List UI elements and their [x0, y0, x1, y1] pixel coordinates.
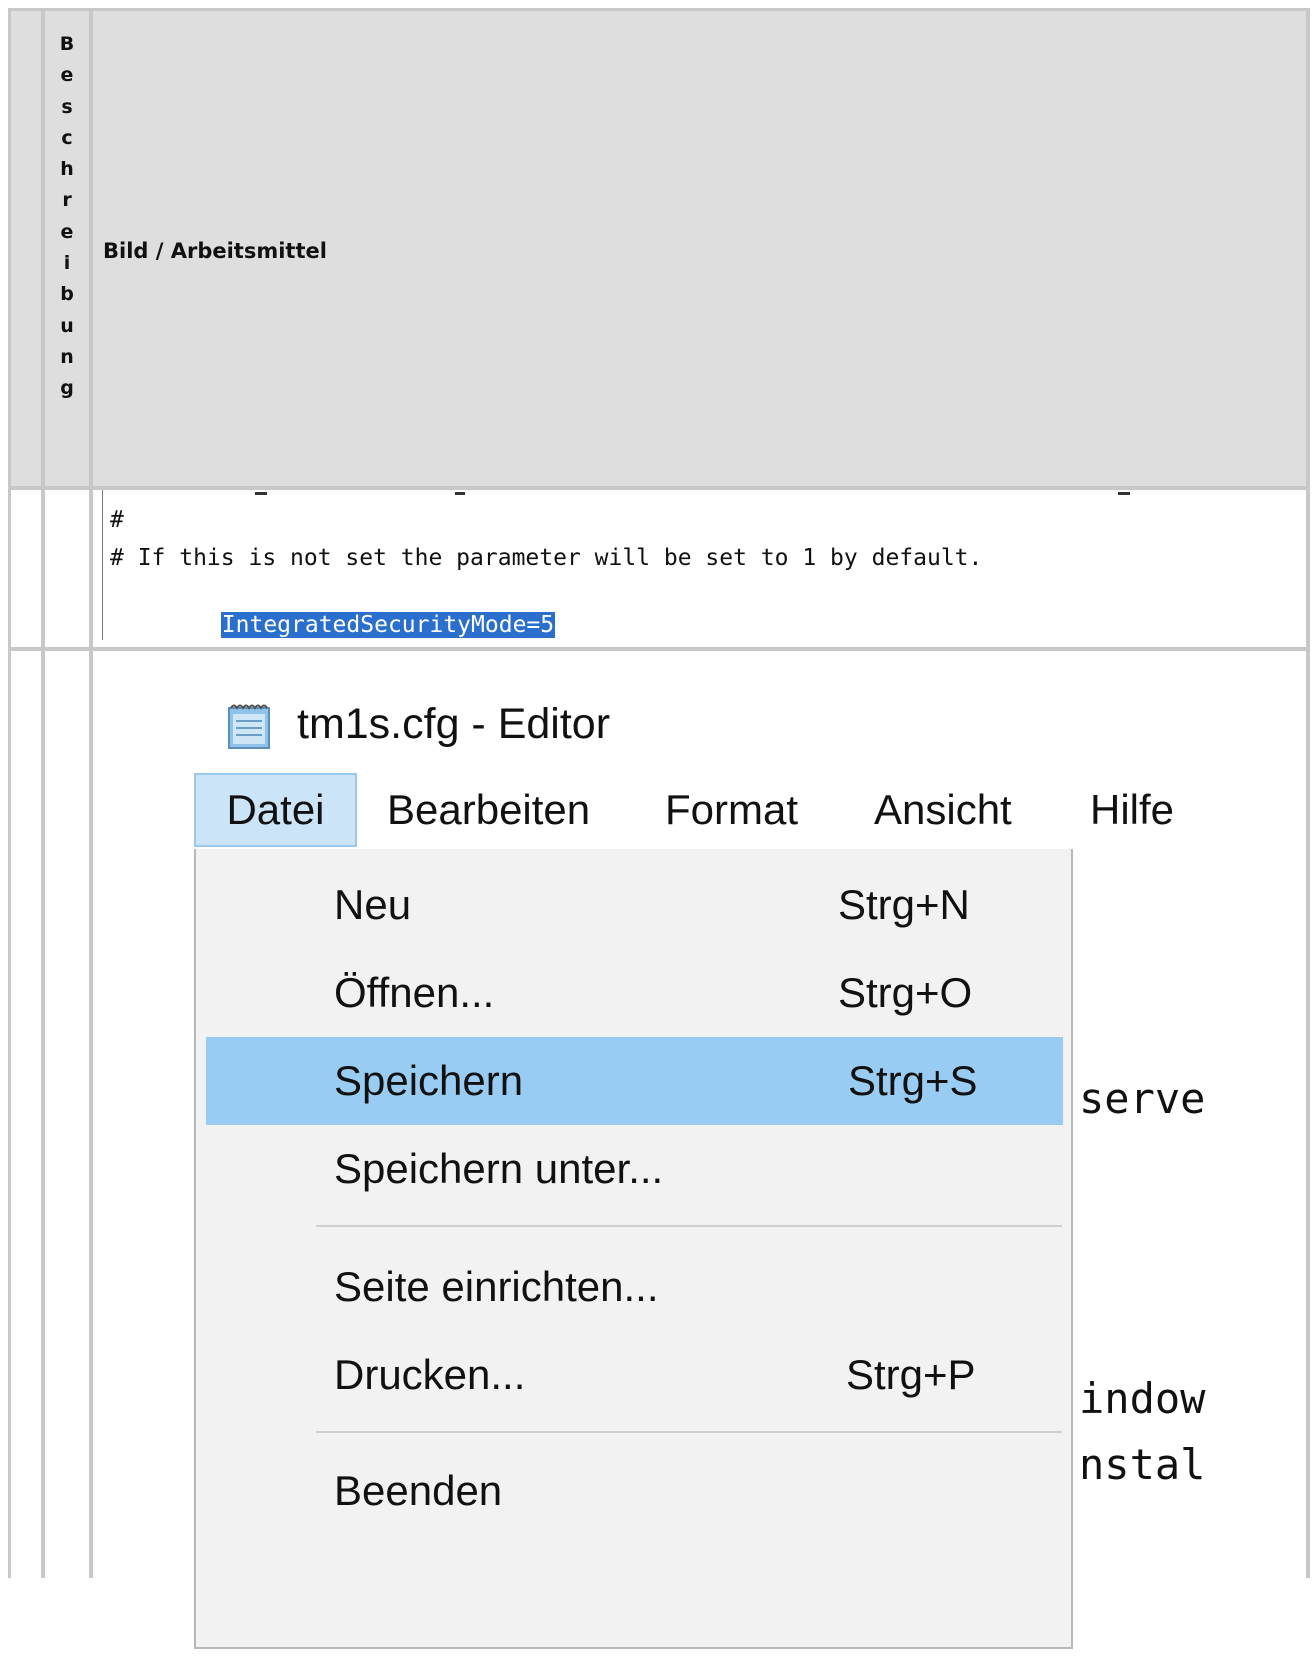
menu-item-label: Drucken...	[334, 1351, 526, 1398]
code-line-1: #	[110, 507, 124, 533]
header-letter: B	[59, 33, 75, 55]
menu-item-speichern[interactable]: Speichern Strg+S	[206, 1037, 1063, 1125]
editor-left-edge	[102, 490, 103, 640]
menu-item-shortcut: Strg+O	[838, 969, 973, 1016]
cut-off-text-fragment	[1118, 492, 1130, 495]
header-letter: h	[60, 158, 74, 181]
row1-cell-col1	[11, 490, 41, 647]
menu-item-shortcut: Strg+S	[848, 1057, 978, 1104]
menu-separator	[316, 1225, 1062, 1227]
menu-item-neu[interactable]: Neu Strg+N	[206, 861, 1063, 949]
menu-datei[interactable]: Datei	[194, 773, 357, 847]
row2-cell-col1	[11, 651, 41, 1581]
selected-code-text: IntegratedSecurityMode=5	[220, 612, 556, 638]
notepad-icon	[228, 704, 270, 749]
header-letter: i	[63, 252, 71, 275]
row2-cell-col2	[45, 651, 89, 1581]
menu-item-seite-einrichten[interactable]: Seite einrichten...	[206, 1243, 1063, 1331]
header-beschreibung-vertical: B e s c h r e i b u n g	[45, 29, 89, 405]
code-line-2: # If this is not set the parameter will …	[110, 545, 983, 571]
menu-hilfe[interactable]: Hilfe	[1090, 773, 1174, 847]
menu-item-label: Seite einrichten...	[334, 1263, 659, 1310]
notepad-screenshot: tm1s.cfg - Editor Datei Bearbeiten Forma…	[191, 656, 1218, 1656]
content-table: B e s c h r e i b u n g Bild / Arbeitsmi…	[8, 8, 1310, 1656]
header-letter: b	[60, 283, 74, 306]
menu-item-drucken[interactable]: Drucken... Strg+P	[206, 1331, 1063, 1419]
header-cell-beschreibung: B e s c h r e i b u n g	[45, 11, 89, 486]
cut-off-text-fragment	[455, 492, 465, 495]
menu-ansicht[interactable]: Ansicht	[874, 773, 1012, 847]
header-letter: e	[60, 64, 74, 87]
menu-item-label: Öffnen...	[334, 969, 495, 1016]
cut-off-text-fragment	[255, 492, 267, 495]
menu-item-oeffnen[interactable]: Öffnen... Strg+O	[206, 949, 1063, 1037]
header-letter: e	[60, 220, 74, 243]
header-cell-bild: Bild / Arbeitsmittel	[93, 11, 1306, 486]
datei-dropdown-menu: Neu Strg+N Öffnen... Strg+O Speichern St…	[194, 849, 1073, 1649]
background-editor-text: serve	[1079, 1074, 1206, 1123]
menu-item-label: Neu	[334, 881, 412, 928]
header-letter: c	[61, 126, 73, 149]
row1-cell-image: # # If this is not set the parameter wil…	[93, 490, 1306, 647]
header-letter: g	[60, 377, 74, 400]
menu-item-label: Beenden	[334, 1467, 503, 1514]
menu-separator	[316, 1431, 1062, 1433]
menu-item-speichern-unter[interactable]: Speichern unter...	[206, 1125, 1063, 1213]
header-cell-col1	[11, 11, 41, 486]
menu-item-beenden[interactable]: Beenden	[206, 1447, 1063, 1535]
header-bild-arbeitsmittel: Bild / Arbeitsmittel	[103, 239, 327, 263]
menu-item-shortcut: Strg+N	[838, 881, 970, 928]
code-snippet: # # If this is not set the parameter wil…	[110, 505, 1290, 638]
header-letter: n	[60, 345, 74, 368]
menu-bar: Datei Bearbeiten Format Ansicht Hilfe	[191, 773, 1218, 849]
header-letter: u	[60, 314, 74, 337]
background-editor-text: indow	[1079, 1374, 1206, 1423]
menu-item-shortcut: Strg+P	[846, 1351, 976, 1398]
menu-bearbeiten[interactable]: Bearbeiten	[387, 773, 590, 847]
header-letter: r	[62, 189, 72, 212]
window-title: tm1s.cfg - Editor	[297, 700, 611, 748]
code-line-3: IntegratedSecurityMode=5	[110, 580, 556, 638]
background-editor-text: nstal	[1079, 1440, 1206, 1489]
row2-cell-image: tm1s.cfg - Editor Datei Bearbeiten Forma…	[93, 651, 1306, 1656]
row1-cell-col2	[45, 490, 89, 647]
header-letter: s	[61, 95, 73, 118]
menu-item-label: Speichern unter...	[334, 1145, 664, 1192]
menu-format[interactable]: Format	[665, 773, 798, 847]
menu-item-label: Speichern	[334, 1057, 524, 1104]
